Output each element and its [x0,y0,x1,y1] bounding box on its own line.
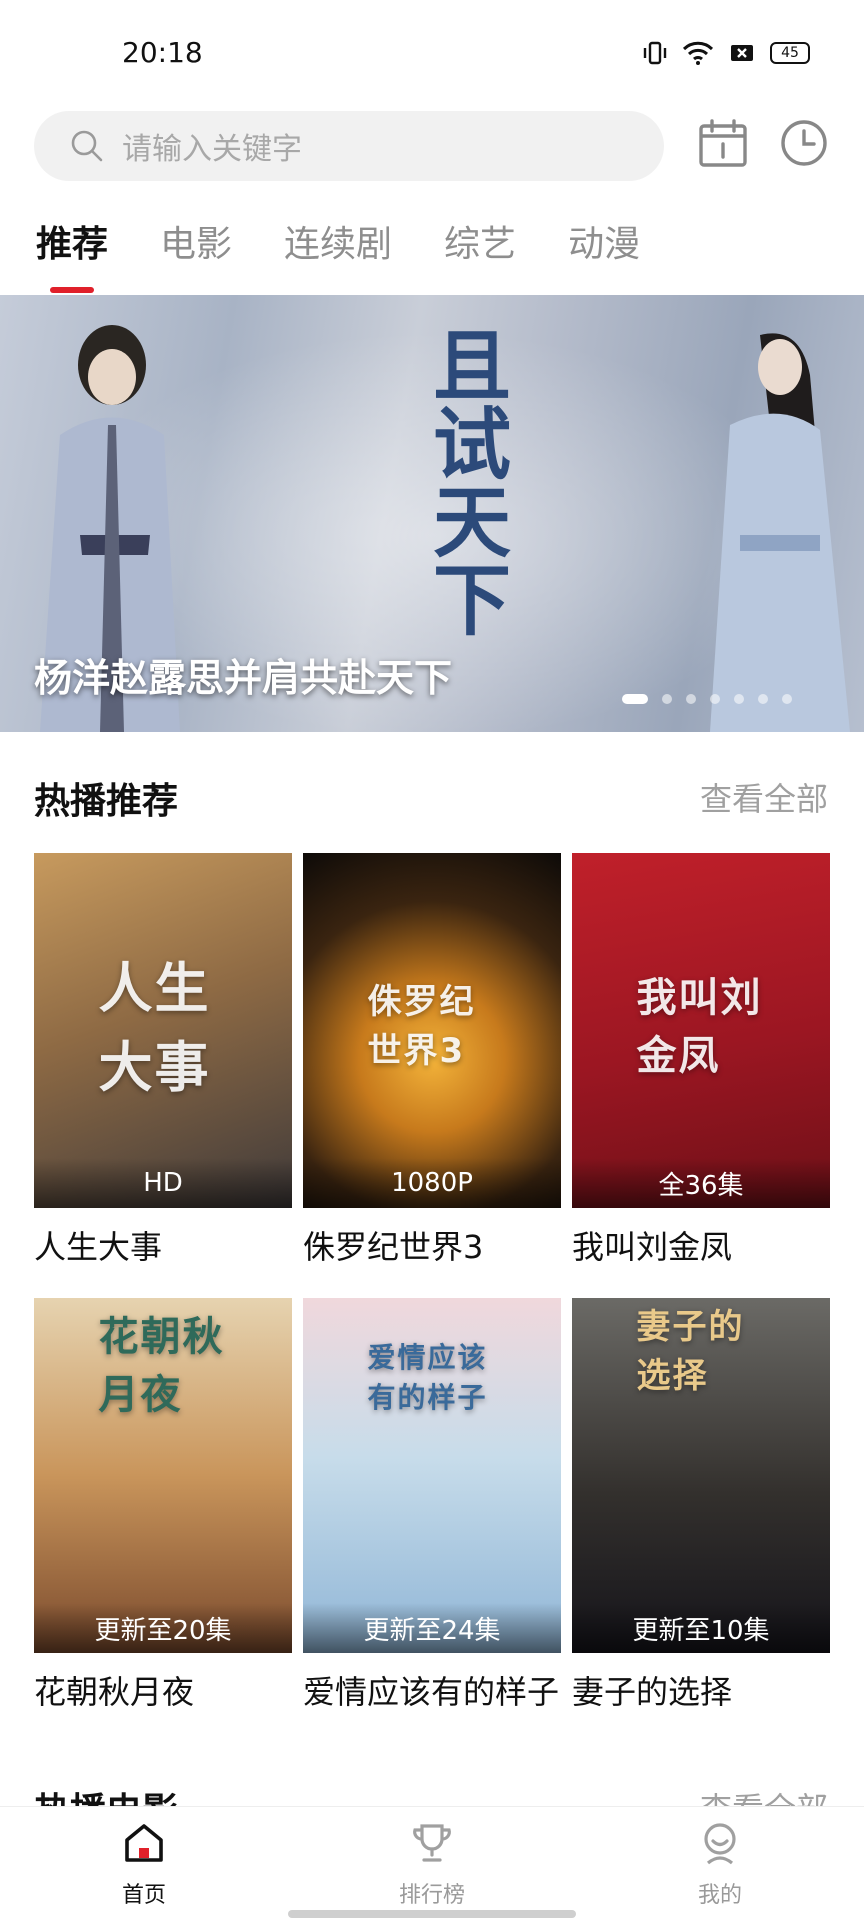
tab-movies[interactable]: 电影 [160,215,232,267]
wifi-icon [682,41,714,65]
carousel-dot [686,694,696,704]
poster-image: 人生大事 HD [34,853,292,1208]
nav-home[interactable]: 首页 [84,1821,204,1909]
poster-title: 花朝秋月夜 [34,1673,195,1711]
active-tab-indicator [50,287,94,293]
search-placeholder: 请输入关键字 [122,132,302,167]
vibrate-icon [643,41,667,65]
carousel-dot [710,694,720,704]
carousel-indicator [622,694,792,704]
poster-card[interactable]: 爱情应该有的样子 更新至24集 爱情应该有的样子 [303,1298,561,1713]
history-clock-icon[interactable] [779,118,829,168]
bottom-navigation: 首页 排行榜 我的 [0,1806,864,1920]
banner-caption: 杨洋赵露思并肩共赴天下 [34,656,453,700]
carousel-dot [758,694,768,704]
banner-figure-right [710,333,850,732]
battery-icon: 45 [770,42,810,64]
poster-title: 我叫刘金凤 [572,1228,733,1266]
tab-series[interactable]: 连续剧 [284,215,392,267]
poster-card[interactable]: 人生大事 HD 人生大事 [34,853,292,1268]
poster-card[interactable]: 妻子的选择 更新至10集 妻子的选择 [572,1298,830,1713]
poster-card[interactable]: 花朝秋月夜 更新至20集 花朝秋月夜 [34,1298,292,1713]
carousel-dot [782,694,792,704]
poster-art-text: 我叫刘金凤 [636,975,763,1080]
banner-carousel[interactable]: 且试天下 杨洋赵露思并肩共赴天下 [0,295,864,732]
poster-badge: 全36集 [572,1158,830,1208]
poster-image: 侏罗纪世界3 1080P [303,853,561,1208]
carousel-dot [662,694,672,704]
status-icons: 45 [642,40,810,66]
poster-art-text: 人生大事 [98,957,211,1100]
poster-badge: 更新至20集 [34,1603,292,1653]
sim-off-icon [731,45,753,61]
poster-card[interactable]: 侏罗纪世界3 1080P 侏罗纪世界3 [303,853,561,1268]
tab-label: 电影 [160,224,233,265]
tab-recommend[interactable]: 推荐 [36,215,109,293]
home-icon [125,1824,163,1862]
tab-label: 连续剧 [284,224,393,265]
profile-icon [704,1823,736,1865]
poster-title: 妻子的选择 [572,1673,733,1711]
poster-card[interactable]: 我叫刘金凤 全36集 我叫刘金凤 [572,853,830,1268]
carousel-dot [622,694,648,704]
nav-label: 我的 [697,1883,742,1908]
poster-badge: 更新至24集 [303,1603,561,1653]
nav-profile[interactable]: 我的 [660,1821,780,1909]
poster-badge: 1080P [303,1158,561,1208]
view-all-hot-link[interactable]: 查看全部 [700,774,828,820]
status-time: 20:18 [122,36,203,69]
poster-title: 侏罗纪世界3 [303,1228,484,1266]
poster-image: 我叫刘金凤 全36集 [572,853,830,1208]
poster-badge: 更新至10集 [572,1603,830,1653]
poster-art-text: 妻子的选择 [636,1306,745,1396]
tab-label: 综艺 [444,224,517,265]
tab-variety[interactable]: 综艺 [444,215,516,267]
poster-image: 妻子的选择 更新至10集 [572,1298,830,1653]
tab-anime[interactable]: 动漫 [568,215,640,267]
search-icon [71,130,103,162]
category-tabs: 推荐 电影 连续剧 综艺 动漫 [36,215,692,293]
calendar-icon[interactable] [698,118,748,168]
poster-title: 爱情应该有的样子 [303,1673,560,1711]
trophy-icon [413,1824,451,1862]
search-input[interactable]: 请输入关键字 [34,111,664,181]
poster-art-text: 侏罗纪世界3 [367,982,476,1072]
tab-label: 推荐 [36,224,109,265]
nav-label: 首页 [121,1883,166,1908]
status-bar: 20:18 45 [0,0,864,100]
poster-image: 花朝秋月夜 更新至20集 [34,1298,292,1653]
tab-label: 动漫 [568,224,641,265]
poster-art-text: 花朝秋月夜 [98,1313,225,1418]
home-indicator-bar[interactable] [288,1910,576,1918]
section-title-hot: 热播推荐 [34,781,179,822]
battery-level: 45 [781,45,799,61]
poster-art-text: 爱情应该有的样子 [367,1341,488,1415]
poster-title: 人生大事 [34,1228,163,1266]
poster-image: 爱情应该有的样子 更新至24集 [303,1298,561,1653]
carousel-dot [734,694,744,704]
poster-badge: HD [34,1158,292,1208]
nav-label: 排行榜 [398,1883,465,1908]
nav-ranking[interactable]: 排行榜 [372,1821,492,1909]
banner-title-art: 且试天下 [420,325,511,637]
